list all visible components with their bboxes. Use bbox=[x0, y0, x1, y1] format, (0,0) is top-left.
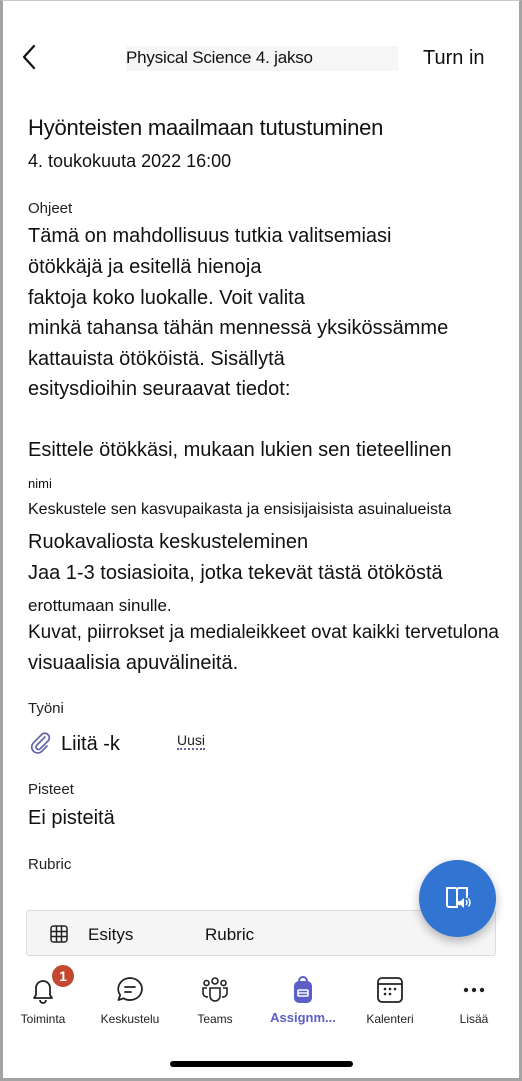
bottom-tab-bar: 1 Toiminta Keskustelu Teams Assignm... K… bbox=[0, 964, 522, 1030]
tab-label: Teams bbox=[197, 1012, 233, 1026]
instruction-line: Tämä on mahdollisuus tutkia valitsemiasi bbox=[28, 225, 392, 247]
due-date: 4. toukokuuta 2022 16:00 bbox=[28, 151, 232, 171]
back-button[interactable] bbox=[18, 42, 42, 72]
points-value: Ei pisteitä bbox=[28, 807, 115, 829]
assignment-title: Hyönteisten maailmaan tutustuminen bbox=[28, 115, 384, 140]
instructions-label: Ohjeet bbox=[28, 200, 73, 217]
instruction-line: ötökkäjä ja esitellä hienoja bbox=[28, 256, 262, 278]
instruction-line: esitysdioihin seuraavat tiedot: bbox=[28, 378, 291, 400]
instruction-line: erottumaan sinulle. bbox=[28, 596, 172, 615]
instruction-line: Esittele ötökkäsi, mukaan lukien sen tie… bbox=[28, 439, 452, 461]
tab-label: Keskustelu bbox=[100, 1012, 160, 1026]
paperclip-icon bbox=[30, 732, 51, 754]
grid-icon bbox=[50, 925, 68, 943]
tab-label: Toiminta bbox=[20, 1012, 66, 1026]
rubric-type: Rubric bbox=[205, 925, 255, 944]
home-indicator[interactable] bbox=[170, 1061, 353, 1067]
instruction-line: visuaalisia apuvälineitä. bbox=[28, 652, 239, 674]
points-label: Pisteet bbox=[28, 781, 74, 798]
notification-badge: 1 bbox=[51, 964, 75, 988]
tab-more[interactable]: Lisää bbox=[434, 965, 514, 1030]
calendar-icon bbox=[377, 977, 403, 1003]
immersive-reader-button[interactable] bbox=[419, 860, 496, 937]
tab-calendar[interactable]: Kalenteri bbox=[350, 965, 430, 1030]
tab-assignments[interactable]: Assignm... bbox=[263, 965, 343, 1030]
more-icon bbox=[463, 987, 485, 993]
rubric-name: Esitys bbox=[88, 925, 134, 944]
teams-icon bbox=[202, 977, 228, 1002]
attach-label[interactable]: Liitä -k bbox=[61, 733, 120, 756]
backpack-icon bbox=[294, 976, 312, 1003]
class-title: Physical Science 4. jakso bbox=[126, 46, 398, 71]
instruction-line: faktoja koko luokalle. Voit valita bbox=[28, 287, 305, 309]
instruction-line: kattauista ötököistä. Sisällytä bbox=[28, 348, 285, 370]
header: Physical Science 4. jakso Turn in bbox=[0, 38, 522, 78]
new-button[interactable]: Uusi bbox=[177, 733, 206, 750]
tab-activity[interactable]: 1 Toiminta bbox=[3, 964, 83, 1030]
instruction-line: Keskustele sen kasvupaikasta ja ensisija… bbox=[28, 501, 452, 518]
chat-icon bbox=[117, 977, 143, 1001]
instruction-line: nimi bbox=[28, 476, 52, 491]
instruction-line: Kuvat, piirrokset ja medialeikkeet ovat … bbox=[28, 622, 500, 643]
my-work-label: Työni bbox=[28, 700, 64, 717]
instruction-line: Ruokavaliosta keskusteleminen bbox=[28, 531, 309, 553]
tab-label: Assignm... bbox=[270, 1010, 336, 1025]
tab-teams[interactable]: Teams bbox=[175, 965, 255, 1030]
tab-label: Lisää bbox=[459, 1012, 489, 1026]
instruction-line: Jaa 1-3 tosiasioita, jotka tekevät tästä… bbox=[28, 562, 443, 584]
rubric-label: Rubric bbox=[28, 856, 72, 873]
turn-in-button[interactable]: Turn in bbox=[423, 47, 485, 70]
tab-label: Kalenteri bbox=[366, 1012, 414, 1026]
instruction-line: minkä tahansa tähän mennessä yksikössämm… bbox=[28, 317, 449, 339]
immersive-reader-icon bbox=[446, 887, 471, 908]
tab-chat[interactable]: Keskustelu bbox=[90, 965, 170, 1030]
chevron-left-icon bbox=[22, 44, 36, 70]
